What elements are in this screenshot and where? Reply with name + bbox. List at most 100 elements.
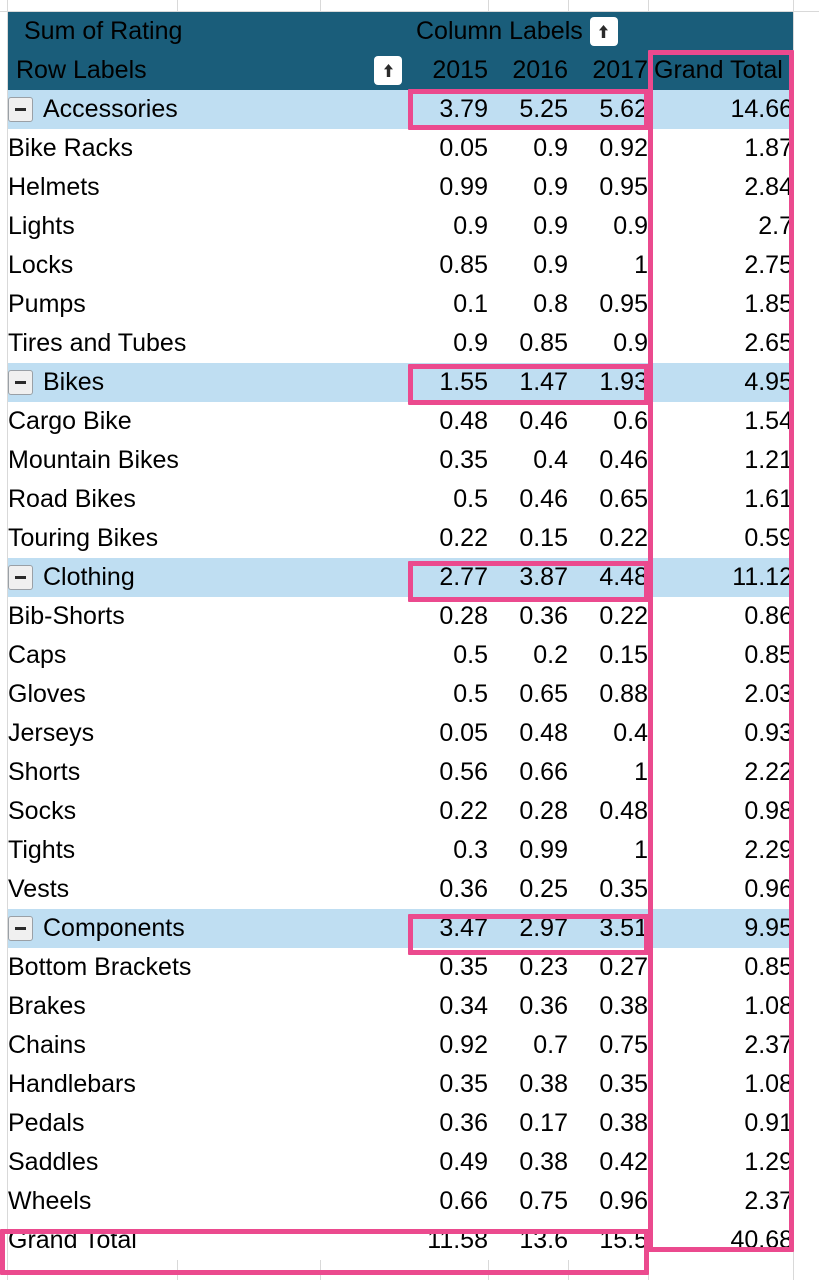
row-label: Socks xyxy=(8,797,77,825)
column-header-year-2015[interactable]: 2015 xyxy=(408,51,488,90)
item-row-label-cell: Handlebars xyxy=(8,1065,408,1104)
item-row-label-cell: Wheels xyxy=(8,1182,408,1221)
row-label: Caps xyxy=(8,641,67,669)
value-cell-2015: 0.35 xyxy=(408,441,488,480)
column-header-grand-total[interactable]: Grand Total xyxy=(648,51,793,90)
table-row: Lights 0.9 0.9 0.9 2.7 xyxy=(8,207,793,246)
row-label: Road Bikes xyxy=(8,485,136,513)
value-cell-2016: 1.47 xyxy=(488,363,568,402)
value-cell-2017: 0.9 xyxy=(568,207,648,246)
pivot-table: Sum of Rating Column Labels Row Labels 2… xyxy=(8,12,793,1260)
table-row: Grand Total 11.58 13.6 15.5 40.68 xyxy=(8,1221,793,1260)
value-cell-2015: 0.34 xyxy=(408,987,488,1026)
table-row: Vests 0.36 0.25 0.35 0.96 xyxy=(8,870,793,909)
value-cell-2015: 0.3 xyxy=(408,831,488,870)
grand-total-cell: 14.66 xyxy=(648,90,793,129)
table-row: Road Bikes 0.5 0.46 0.65 1.61 xyxy=(8,480,793,519)
row-label: Jerseys xyxy=(8,719,95,747)
value-cell-2016: 0.46 xyxy=(488,402,568,441)
value-cell-2016: 0.8 xyxy=(488,285,568,324)
value-cell-2015: 0.36 xyxy=(408,1104,488,1143)
item-row-label-cell: Socks xyxy=(8,792,408,831)
value-cell-2017: 15.5 xyxy=(568,1221,648,1260)
row-label: Grand Total xyxy=(8,1226,137,1254)
minus-icon[interactable] xyxy=(8,97,33,122)
column-header-year-2016[interactable]: 2016 xyxy=(488,51,568,90)
value-cell-2016: 5.25 xyxy=(488,90,568,129)
spreadsheet-canvas: Sum of Rating Column Labels Row Labels 2… xyxy=(0,0,819,1280)
row-label: Components xyxy=(43,914,185,942)
value-cell-2015: 3.79 xyxy=(408,90,488,129)
table-row: Tights 0.3 0.99 1 2.29 xyxy=(8,831,793,870)
value-cell-2016: 2.97 xyxy=(488,909,568,948)
row-labels-filter-arrow-icon[interactable] xyxy=(374,56,402,85)
value-cell-2016: 0.99 xyxy=(488,831,568,870)
row-label: Helmets xyxy=(8,173,100,201)
category-row-label-cell[interactable]: Components xyxy=(8,909,408,948)
table-row: Chains 0.92 0.7 0.75 2.37 xyxy=(8,1026,793,1065)
value-cell-2017: 0.96 xyxy=(568,1182,648,1221)
row-label: Clothing xyxy=(43,563,135,591)
row-label: Mountain Bikes xyxy=(8,446,179,474)
grand-total-cell: 1.61 xyxy=(648,480,793,519)
value-cell-2015: 0.05 xyxy=(408,714,488,753)
column-labels-label: Column Labels xyxy=(416,17,583,45)
grand-total-header-label: Grand Total xyxy=(654,56,783,84)
row-label: Tires and Tubes xyxy=(8,329,187,357)
value-cell-2017: 0.38 xyxy=(568,1104,648,1143)
value-cell-2017: 0.46 xyxy=(568,441,648,480)
row-label: Cargo Bike xyxy=(8,407,132,435)
value-cell-2017: 1.93 xyxy=(568,363,648,402)
value-cell-2016: 0.9 xyxy=(488,207,568,246)
value-cell-2015: 0.22 xyxy=(408,792,488,831)
grand-total-cell: 2.22 xyxy=(648,753,793,792)
column-header-year-2017[interactable]: 2017 xyxy=(568,51,648,90)
minus-icon[interactable] xyxy=(8,370,33,395)
grand-total-cell: 0.98 xyxy=(648,792,793,831)
value-cell-2017: 0.38 xyxy=(568,987,648,1026)
grand-total-cell: 0.93 xyxy=(648,714,793,753)
value-cell-2015: 0.92 xyxy=(408,1026,488,1065)
row-label: Locks xyxy=(8,251,74,279)
value-cell-2017: 0.9 xyxy=(568,324,648,363)
value-cell-2015: 0.1 xyxy=(408,285,488,324)
row-label: Wheels xyxy=(8,1187,92,1215)
grand-total-cell: 2.37 xyxy=(648,1026,793,1065)
item-row-label-cell: Gloves xyxy=(8,675,408,714)
item-row-label-cell: Saddles xyxy=(8,1143,408,1182)
item-row-label-cell: Pedals xyxy=(8,1104,408,1143)
category-row-label-cell[interactable]: Accessories xyxy=(8,90,408,129)
value-cell-2016: 0.9 xyxy=(488,129,568,168)
value-cell-2017: 0.15 xyxy=(568,636,648,675)
item-row-label-cell: Caps xyxy=(8,636,408,675)
table-row: Touring Bikes 0.22 0.15 0.22 0.59 xyxy=(8,519,793,558)
row-label: Bike Racks xyxy=(8,134,134,162)
table-row: Saddles 0.49 0.38 0.42 1.29 xyxy=(8,1143,793,1182)
value-cell-2016: 0.23 xyxy=(488,948,568,987)
item-row-label-cell: Jerseys xyxy=(8,714,408,753)
grand-total-cell: 2.84 xyxy=(648,168,793,207)
value-cell-2015: 0.66 xyxy=(408,1182,488,1221)
grand-total-cell: 1.08 xyxy=(648,987,793,1026)
column-labels-filter-arrow-icon[interactable] xyxy=(589,17,618,46)
value-cell-2016: 0.25 xyxy=(488,870,568,909)
item-row-label-cell: Tires and Tubes xyxy=(8,324,408,363)
header-row-top: Sum of Rating Column Labels xyxy=(8,12,793,51)
minus-icon[interactable] xyxy=(8,565,33,590)
category-row-label-cell[interactable]: Clothing xyxy=(8,558,408,597)
item-row-label-cell: Helmets xyxy=(8,168,408,207)
value-field-header: Sum of Rating xyxy=(8,12,408,51)
minus-icon[interactable] xyxy=(8,916,33,941)
table-row: Pedals 0.36 0.17 0.38 0.91 xyxy=(8,1104,793,1143)
table-row: Jerseys 0.05 0.48 0.4 0.93 xyxy=(8,714,793,753)
value-cell-2016: 0.85 xyxy=(488,324,568,363)
value-cell-2017: 1 xyxy=(568,753,648,792)
value-cell-2017: 0.95 xyxy=(568,168,648,207)
category-row-label-cell[interactable]: Bikes xyxy=(8,363,408,402)
value-cell-2017: 0.95 xyxy=(568,285,648,324)
row-label: Pumps xyxy=(8,290,86,318)
item-row-label-cell: Cargo Bike xyxy=(8,402,408,441)
row-label: Handlebars xyxy=(8,1070,136,1098)
row-label: Bib-Shorts xyxy=(8,602,125,630)
value-cell-2016: 3.87 xyxy=(488,558,568,597)
